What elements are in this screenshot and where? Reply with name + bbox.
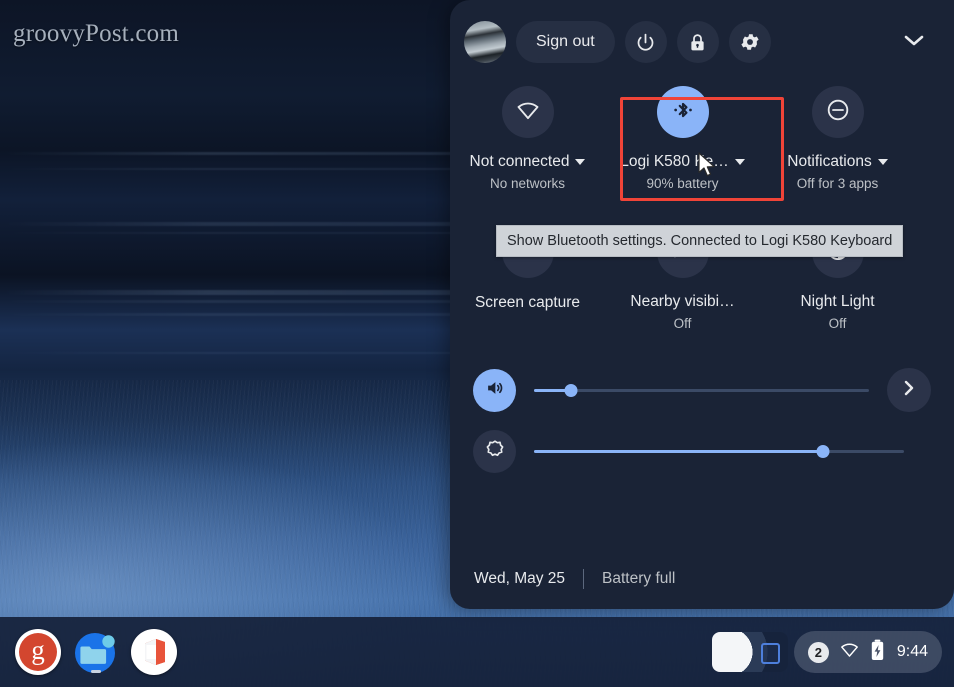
virtual-desk-badge — [760, 643, 780, 664]
tile-notifications[interactable]: Notifications Off for 3 apps — [760, 77, 915, 191]
shelf-item-files[interactable] — [70, 626, 122, 678]
lock-button[interactable] — [676, 21, 719, 63]
chevron-down-icon[interactable] — [877, 158, 888, 165]
watermark: groovyPost.com — [13, 20, 179, 47]
tile-nearby-visibility-sublabel: Off — [673, 316, 692, 331]
quick-settings-panel: Sign out Not connected No networks Logi … — [450, 0, 954, 609]
shelf-system-tray: 2 9:44 — [711, 617, 942, 687]
sign-out-button[interactable]: Sign out — [516, 21, 615, 63]
tile-night-light-sublabel: Off — [828, 316, 847, 331]
avatar[interactable] — [464, 21, 506, 63]
tile-bluetooth-icon-bg — [656, 86, 709, 138]
chevron-right-icon — [901, 378, 917, 403]
volume-slider-thumb[interactable] — [564, 383, 578, 397]
wifi-off-icon — [515, 97, 541, 128]
shelf-app-list: g — [12, 617, 180, 687]
bluetooth-tooltip: Show Bluetooth settings. Connected to Lo… — [496, 225, 904, 257]
date-label[interactable]: Wed, May 25 — [474, 570, 565, 588]
bluetooth-connected-icon — [670, 97, 696, 128]
battery-charging-icon — [870, 639, 885, 666]
footer-divider — [583, 569, 585, 589]
tile-night-light-label: Night Light — [800, 293, 875, 310]
chevron-down-icon[interactable] — [734, 158, 745, 165]
volume-slider-row — [450, 368, 954, 412]
brightness-icon — [483, 437, 507, 466]
power-button[interactable] — [624, 21, 667, 63]
quick-settings-footer: Wed, May 25 Battery full — [450, 569, 954, 589]
tile-notifications-sublabel: Off for 3 apps — [796, 176, 879, 191]
notification-count-badge: 2 — [807, 641, 829, 663]
status-area-button[interactable]: 2 9:44 — [793, 631, 942, 673]
gear-icon — [739, 31, 761, 53]
tile-nearby-visibility-label: Nearby visibi… — [630, 293, 735, 310]
microsoft-office-icon — [131, 629, 177, 675]
quick-settings-tile-row-1: Not connected No networks Logi K580 Ke… … — [450, 77, 954, 191]
quick-settings-header: Sign out — [450, 0, 954, 63]
running-indicator — [91, 670, 101, 673]
volume-mute-toggle[interactable] — [473, 368, 516, 412]
files-folder-icon — [73, 629, 119, 675]
wifi-icon — [839, 639, 860, 665]
tile-network-sublabel: No networks — [489, 176, 566, 191]
volume-slider[interactable] — [534, 380, 869, 400]
tile-network-icon-bg — [501, 86, 554, 138]
tile-notifications-icon-bg — [811, 86, 864, 138]
screen-preview-thumbnail[interactable] — [711, 632, 788, 672]
chevron-down-icon[interactable] — [575, 158, 586, 165]
do-not-disturb-icon — [825, 97, 851, 128]
tile-network[interactable]: Not connected No networks — [450, 77, 605, 191]
tile-bluetooth[interactable]: Logi K580 Ke… 90% battery — [605, 77, 760, 191]
volume-on-icon — [484, 377, 506, 404]
power-icon — [635, 32, 656, 53]
shelf: g 2 9:44 — [0, 617, 954, 687]
chevron-down-icon — [903, 33, 925, 52]
clock-label: 9:44 — [896, 643, 928, 660]
lock-icon — [687, 32, 708, 53]
battery-status-label[interactable]: Battery full — [602, 570, 675, 588]
brightness-slider-row — [450, 430, 954, 473]
collapse-panel-button[interactable] — [894, 21, 934, 63]
tile-screen-capture-label: Screen capture — [474, 294, 581, 311]
brightness-slider-thumb[interactable] — [816, 445, 830, 458]
audio-settings-button[interactable] — [887, 368, 931, 412]
brightness-slider[interactable] — [534, 442, 904, 462]
tile-network-label: Not connected — [469, 153, 570, 170]
brightness-icon-button[interactable] — [473, 430, 516, 473]
shelf-item-launcher[interactable]: g — [12, 626, 64, 678]
google-launcher-icon: g — [15, 629, 61, 675]
launcher-glyph: g — [19, 633, 57, 671]
tile-bluetooth-sublabel: 90% battery — [646, 176, 719, 191]
shelf-item-office[interactable] — [128, 626, 180, 678]
settings-button[interactable] — [728, 21, 771, 63]
tile-notifications-label: Notifications — [787, 153, 872, 170]
chromeos-desktop: groovyPost.com Sign out Not connected No… — [0, 0, 954, 687]
tile-bluetooth-label: Logi K580 Ke… — [620, 153, 729, 170]
